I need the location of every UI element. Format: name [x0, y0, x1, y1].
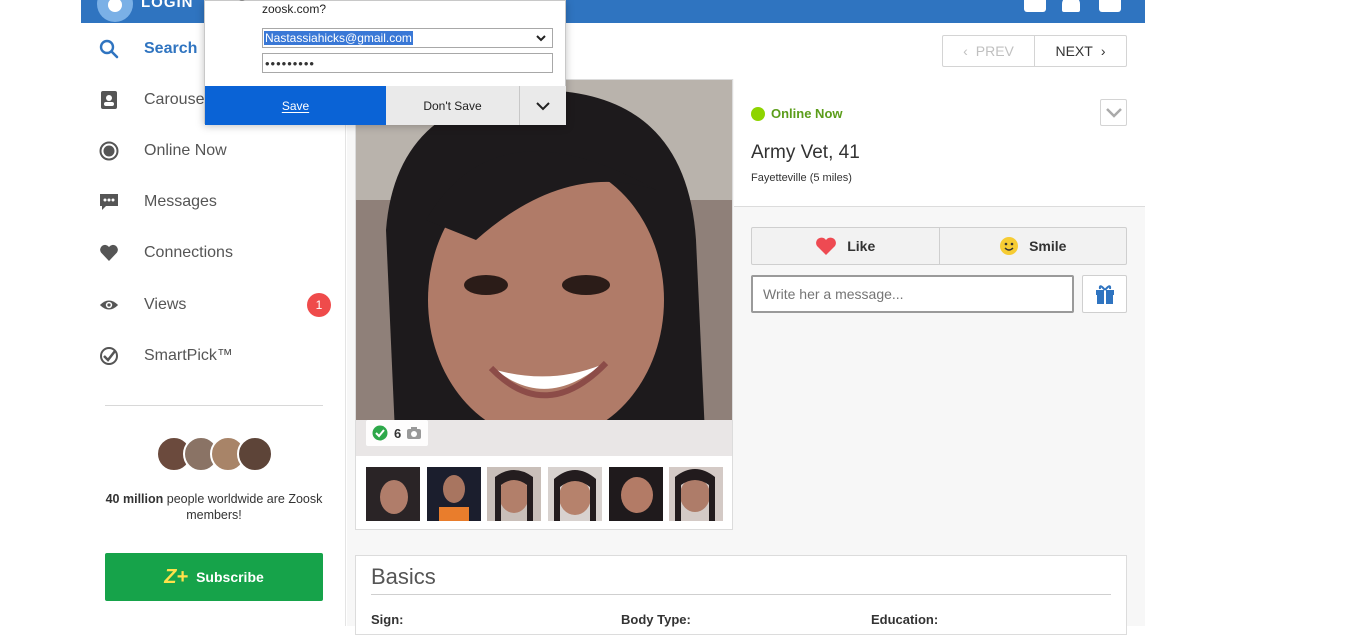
online-icon: [99, 141, 119, 161]
username-select[interactable]: Nastassiahicks@gmail.com: [262, 28, 553, 48]
basics-title: Basics: [371, 564, 436, 589]
profile-options-dropdown[interactable]: [1100, 99, 1127, 126]
heart-icon: [99, 243, 119, 263]
dont-save-button[interactable]: Don't Save: [386, 86, 520, 125]
sidebar-item-views[interactable]: Views 1: [81, 285, 346, 325]
sidebar-item-label: Online Now: [144, 142, 227, 159]
gift-icon: [1095, 285, 1114, 304]
sidebar-item-connections[interactable]: Connections: [81, 233, 346, 273]
search-icon: [99, 39, 119, 59]
password-field[interactable]: •••••••••: [262, 53, 553, 73]
sidebar-item-label: Search: [144, 40, 198, 57]
profile-info-panel: Online Now Army Vet, 41 Fayetteville (5 …: [734, 79, 1145, 207]
bell-icon[interactable]: [1062, 0, 1080, 12]
edit-icon[interactable]: [1024, 0, 1046, 12]
photo-count-badge[interactable]: 6: [366, 420, 428, 446]
heart-icon: [816, 237, 837, 255]
more-options-button[interactable]: [520, 86, 566, 125]
page-right-margin: [1145, 0, 1367, 626]
profile-pager: ‹ PREV NEXT ›: [942, 35, 1127, 67]
sidebar-item-online-now[interactable]: Online Now: [81, 131, 346, 171]
like-button[interactable]: Like: [752, 228, 939, 264]
sidebar-item-label: Views: [144, 296, 187, 313]
chevron-left-icon: ‹: [963, 43, 968, 59]
views-count-badge: 1: [307, 293, 331, 317]
page-left-margin: [0, 0, 81, 626]
subscribe-button[interactable]: Z+ Subscribe: [105, 553, 323, 601]
dialog-question: zoosk.com?: [262, 2, 327, 16]
photo-thumbnails: [366, 467, 726, 521]
online-status-label: Online Now: [771, 106, 843, 121]
profile-location: Fayetteville (5 miles): [751, 172, 852, 184]
basics-field-education: Education:: [871, 612, 939, 627]
photo-card: 6: [355, 79, 733, 530]
members-count-text: 40 million people worldwide are Zoosk me…: [105, 492, 323, 522]
basics-field-body-type: Body Type:: [621, 612, 691, 627]
photo-thumbnail[interactable]: [487, 467, 541, 521]
chevron-right-icon: ›: [1100, 43, 1106, 59]
messages-icon: [99, 192, 119, 212]
carousel-icon: [99, 90, 119, 110]
smartpick-icon: [99, 346, 119, 366]
sidebar-item-messages[interactable]: Messages: [81, 182, 346, 222]
save-password-dialog: zoosk.com? Nastassiahicks@gmail.com ••••…: [204, 0, 566, 125]
sidebar-divider: [105, 405, 323, 406]
save-password-button[interactable]: Save: [205, 86, 386, 125]
message-input[interactable]: [751, 275, 1074, 313]
sidebar-item-label: Connections: [144, 244, 233, 261]
gift-button[interactable]: [1082, 275, 1127, 313]
photo-thumbnail[interactable]: [427, 467, 481, 521]
profile-actions: Like Smile: [751, 227, 1127, 265]
user-avatar-icon[interactable]: [97, 0, 133, 22]
smile-icon: [1000, 237, 1019, 255]
profile-name-age: Army Vet, 41: [751, 142, 860, 163]
main-profile-photo[interactable]: 6: [356, 80, 732, 456]
brand-label: LOGIN: [141, 0, 194, 11]
photo-thumbnail[interactable]: [366, 467, 420, 521]
chevron-down-icon: [1105, 107, 1122, 118]
zoosk-plus-icon: Z+: [164, 565, 189, 588]
smile-button[interactable]: Smile: [938, 228, 1127, 264]
photo-thumbnail[interactable]: [609, 467, 663, 521]
photo-thumbnail[interactable]: [669, 467, 723, 521]
basics-field-sign: Sign:: [371, 612, 404, 627]
chevron-down-icon: [536, 101, 550, 110]
verified-check-icon: [372, 425, 388, 441]
eye-icon: [99, 295, 119, 315]
sidebar-item-label: SmartPick™: [144, 347, 233, 364]
online-status-dot: [751, 107, 765, 121]
next-button[interactable]: NEXT ›: [1035, 36, 1126, 66]
avatar: [237, 436, 273, 472]
chevron-down-icon: [536, 35, 546, 42]
chat-icon[interactable]: [1099, 0, 1121, 12]
basics-divider: [371, 594, 1111, 595]
sidebar-item-label: Carousel: [144, 91, 209, 108]
sidebar-item-smartpick[interactable]: SmartPick™: [81, 336, 346, 376]
prev-button[interactable]: ‹ PREV: [943, 36, 1035, 66]
key-icon: [215, 0, 247, 9]
camera-icon: [407, 427, 422, 439]
sidebar-item-label: Messages: [144, 193, 217, 210]
basics-section: Basics Sign: Body Type: Education:: [355, 555, 1127, 635]
member-avatars: [156, 436, 276, 474]
photo-thumbnail[interactable]: [548, 467, 602, 521]
